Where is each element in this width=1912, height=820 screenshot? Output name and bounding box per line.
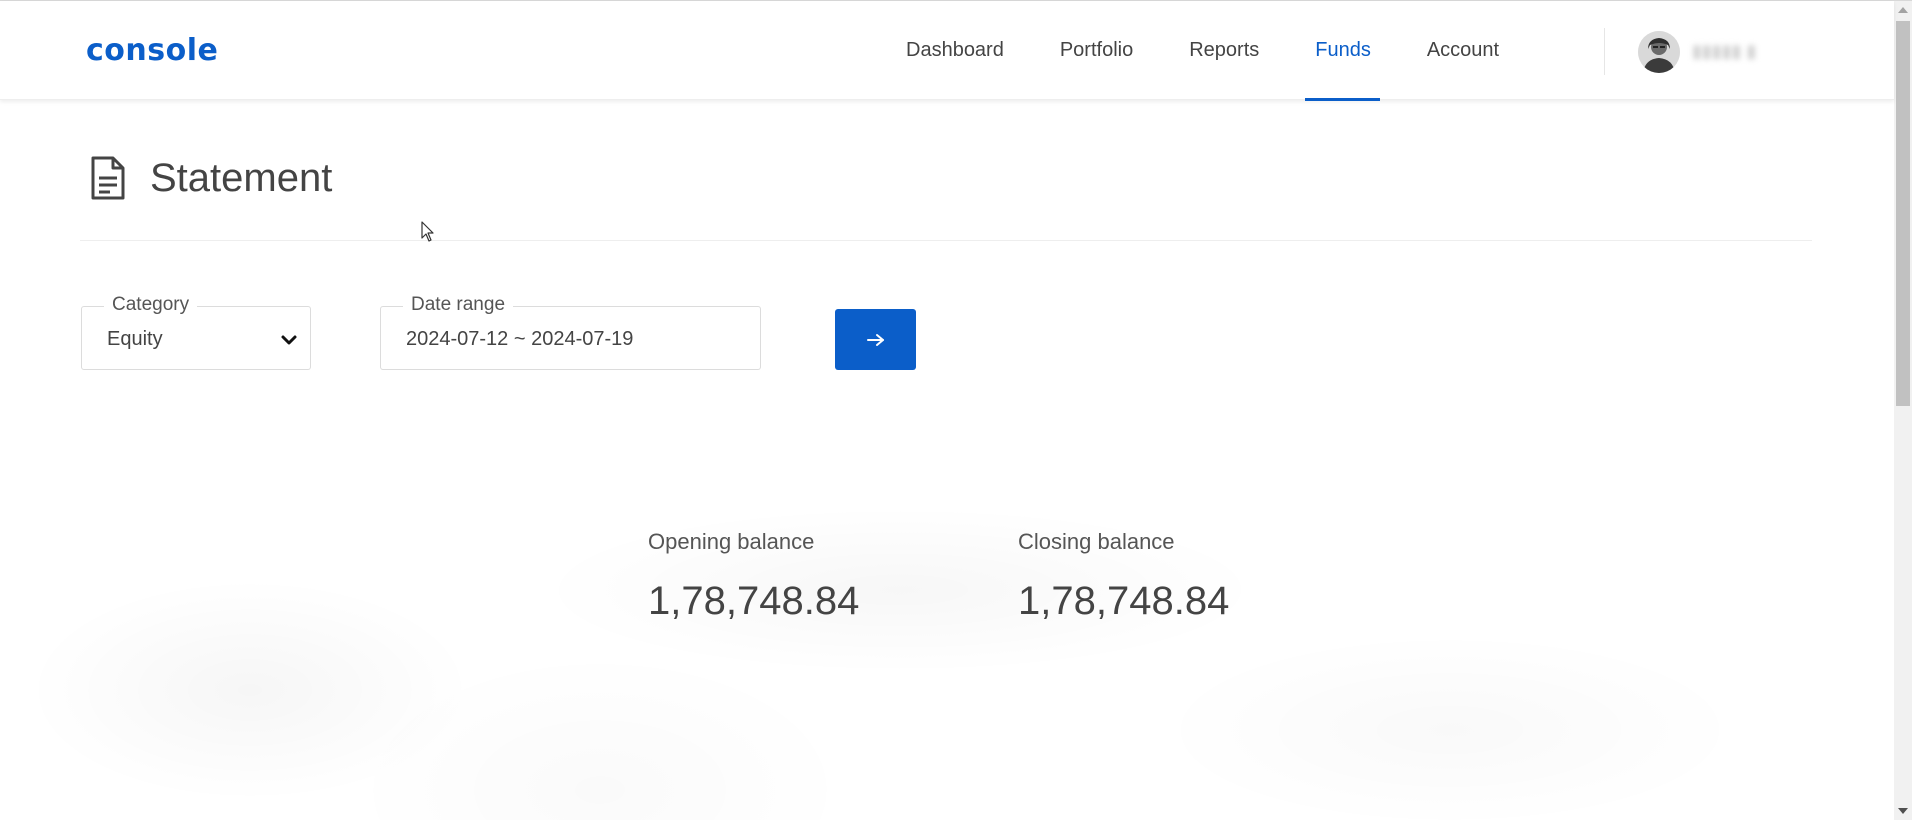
opening-balance-label: Opening balance bbox=[648, 529, 815, 554]
nav-item-portfolio[interactable]: Portfolio bbox=[1060, 1, 1133, 100]
viewport: console Dashboard Portfolio Reports Fund… bbox=[0, 0, 1912, 820]
background-texture bbox=[0, 470, 1894, 820]
scrollbar-thumb[interactable] bbox=[1896, 21, 1910, 406]
nav-item-reports[interactable]: Reports bbox=[1189, 1, 1259, 100]
mouse-cursor-icon bbox=[421, 221, 434, 242]
document-icon bbox=[91, 156, 125, 200]
top-header: console Dashboard Portfolio Reports Fund… bbox=[0, 1, 1894, 101]
title-divider bbox=[80, 240, 1812, 241]
submit-button[interactable] bbox=[835, 309, 916, 370]
opening-balance: Opening balance 1,78,748.84 bbox=[648, 528, 859, 624]
nav-item-funds[interactable]: Funds bbox=[1305, 1, 1380, 101]
date-range-field[interactable]: Date range 2024-07-12 ~ 2024-07-19 bbox=[380, 293, 761, 370]
date-range-label: Date range bbox=[403, 293, 514, 317]
closing-balance-value: 1,78,748.84 bbox=[1018, 579, 1230, 623]
main-nav: Dashboard Portfolio Reports Funds Accoun… bbox=[906, 1, 1555, 101]
nav-divider bbox=[1604, 28, 1605, 75]
opening-balance-value: 1,78,748.84 bbox=[648, 579, 860, 623]
nav-item-dashboard[interactable]: Dashboard bbox=[906, 1, 1004, 100]
category-select[interactable]: Category Equity bbox=[81, 293, 311, 370]
user-name-blurred[interactable]: ▮▮▮▮▮ ▮ bbox=[1692, 39, 1780, 63]
scroll-up-arrow-icon[interactable] bbox=[1894, 1, 1912, 19]
scroll-down-arrow-icon[interactable] bbox=[1894, 802, 1912, 820]
arrow-right-icon bbox=[866, 333, 884, 346]
category-label: Category bbox=[104, 293, 198, 317]
page-title: Statement bbox=[90, 150, 332, 206]
category-value[interactable]: Equity bbox=[107, 326, 163, 352]
closing-balance-label: Closing balance bbox=[1018, 529, 1175, 554]
page-title-text: Statement bbox=[150, 155, 333, 200]
scrollbar[interactable] bbox=[1894, 1, 1912, 820]
chevron-down-icon[interactable] bbox=[278, 329, 300, 351]
date-range-value[interactable]: 2024-07-12 ~ 2024-07-19 bbox=[406, 326, 633, 352]
nav-item-account[interactable]: Account bbox=[1427, 1, 1499, 100]
avatar[interactable] bbox=[1638, 31, 1680, 73]
user-avatar-icon bbox=[1638, 31, 1680, 73]
closing-balance: Closing balance 1,78,748.84 bbox=[1018, 528, 1229, 624]
logo[interactable]: console bbox=[86, 31, 218, 71]
